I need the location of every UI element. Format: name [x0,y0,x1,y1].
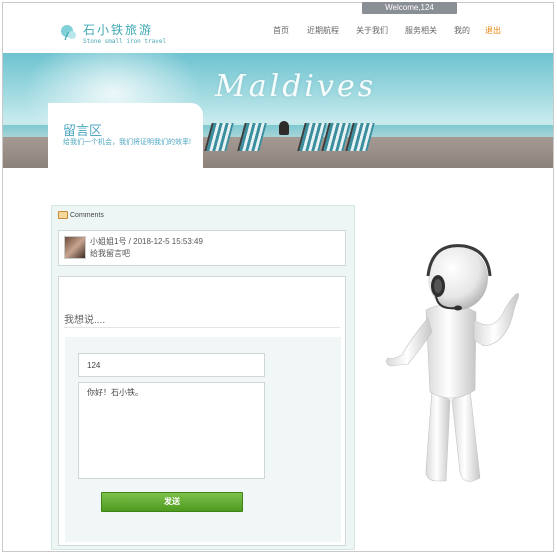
logo-icon [61,25,76,41]
hero-banner: Maldives 留言区 给我们一个机会，我们将证明我们的效率! [3,53,553,168]
message-area-card: 留言区 给我们一个机会，我们将证明我们的效率! [48,103,203,168]
write-message-box: 我想说.... 你好！石小铁。 发送 [58,276,346,546]
logo[interactable]: 石小铁旅游 Stone small iron travel [58,20,168,50]
logo-subtitle: Stone small iron travel [83,38,167,45]
nav-logout[interactable]: 退出 [485,25,501,36]
comments-header-label: Comments [70,211,104,219]
support-agent-figure [386,244,519,482]
send-button[interactable]: 发送 [101,492,243,512]
comments-header: Comments [58,211,104,219]
comment-item: 小姐姐1号 / 2018-12-5 15:53:49 给我留言吧 [58,230,346,266]
comments-icon [58,211,68,219]
nav-my[interactable]: 我的 [454,25,470,36]
divider [64,327,340,328]
nav-services[interactable]: 服务相关 [405,25,437,36]
comment-meta: 小姐姐1号 / 2018-12-5 15:53:49 [90,237,203,246]
logo-title: 石小铁旅游 [83,23,154,37]
name-input[interactable] [78,353,265,377]
nav-recent-trips[interactable]: 近期航程 [307,25,339,36]
comments-panel: Comments 小姐姐1号 / 2018-12-5 15:53:49 给我留言… [51,205,355,550]
nav-home[interactable]: 首页 [273,25,289,36]
welcome-badge: Welcome,124 [362,2,457,14]
person [279,121,289,135]
message-form: 你好！石小铁。 发送 [65,337,341,542]
message-textarea[interactable]: 你好！石小铁。 [78,382,265,479]
nav-about-us[interactable]: 关于我们 [356,25,388,36]
comment-text: 给我留言吧 [90,249,130,258]
banner-script-text: Maldives [215,69,377,104]
write-message-title: 我想说.... [64,315,106,326]
message-area-title: 留言区 [63,123,103,138]
message-area-subtitle: 给我们一个机会，我们将证明我们的效率! [63,139,191,146]
avatar [64,236,86,259]
